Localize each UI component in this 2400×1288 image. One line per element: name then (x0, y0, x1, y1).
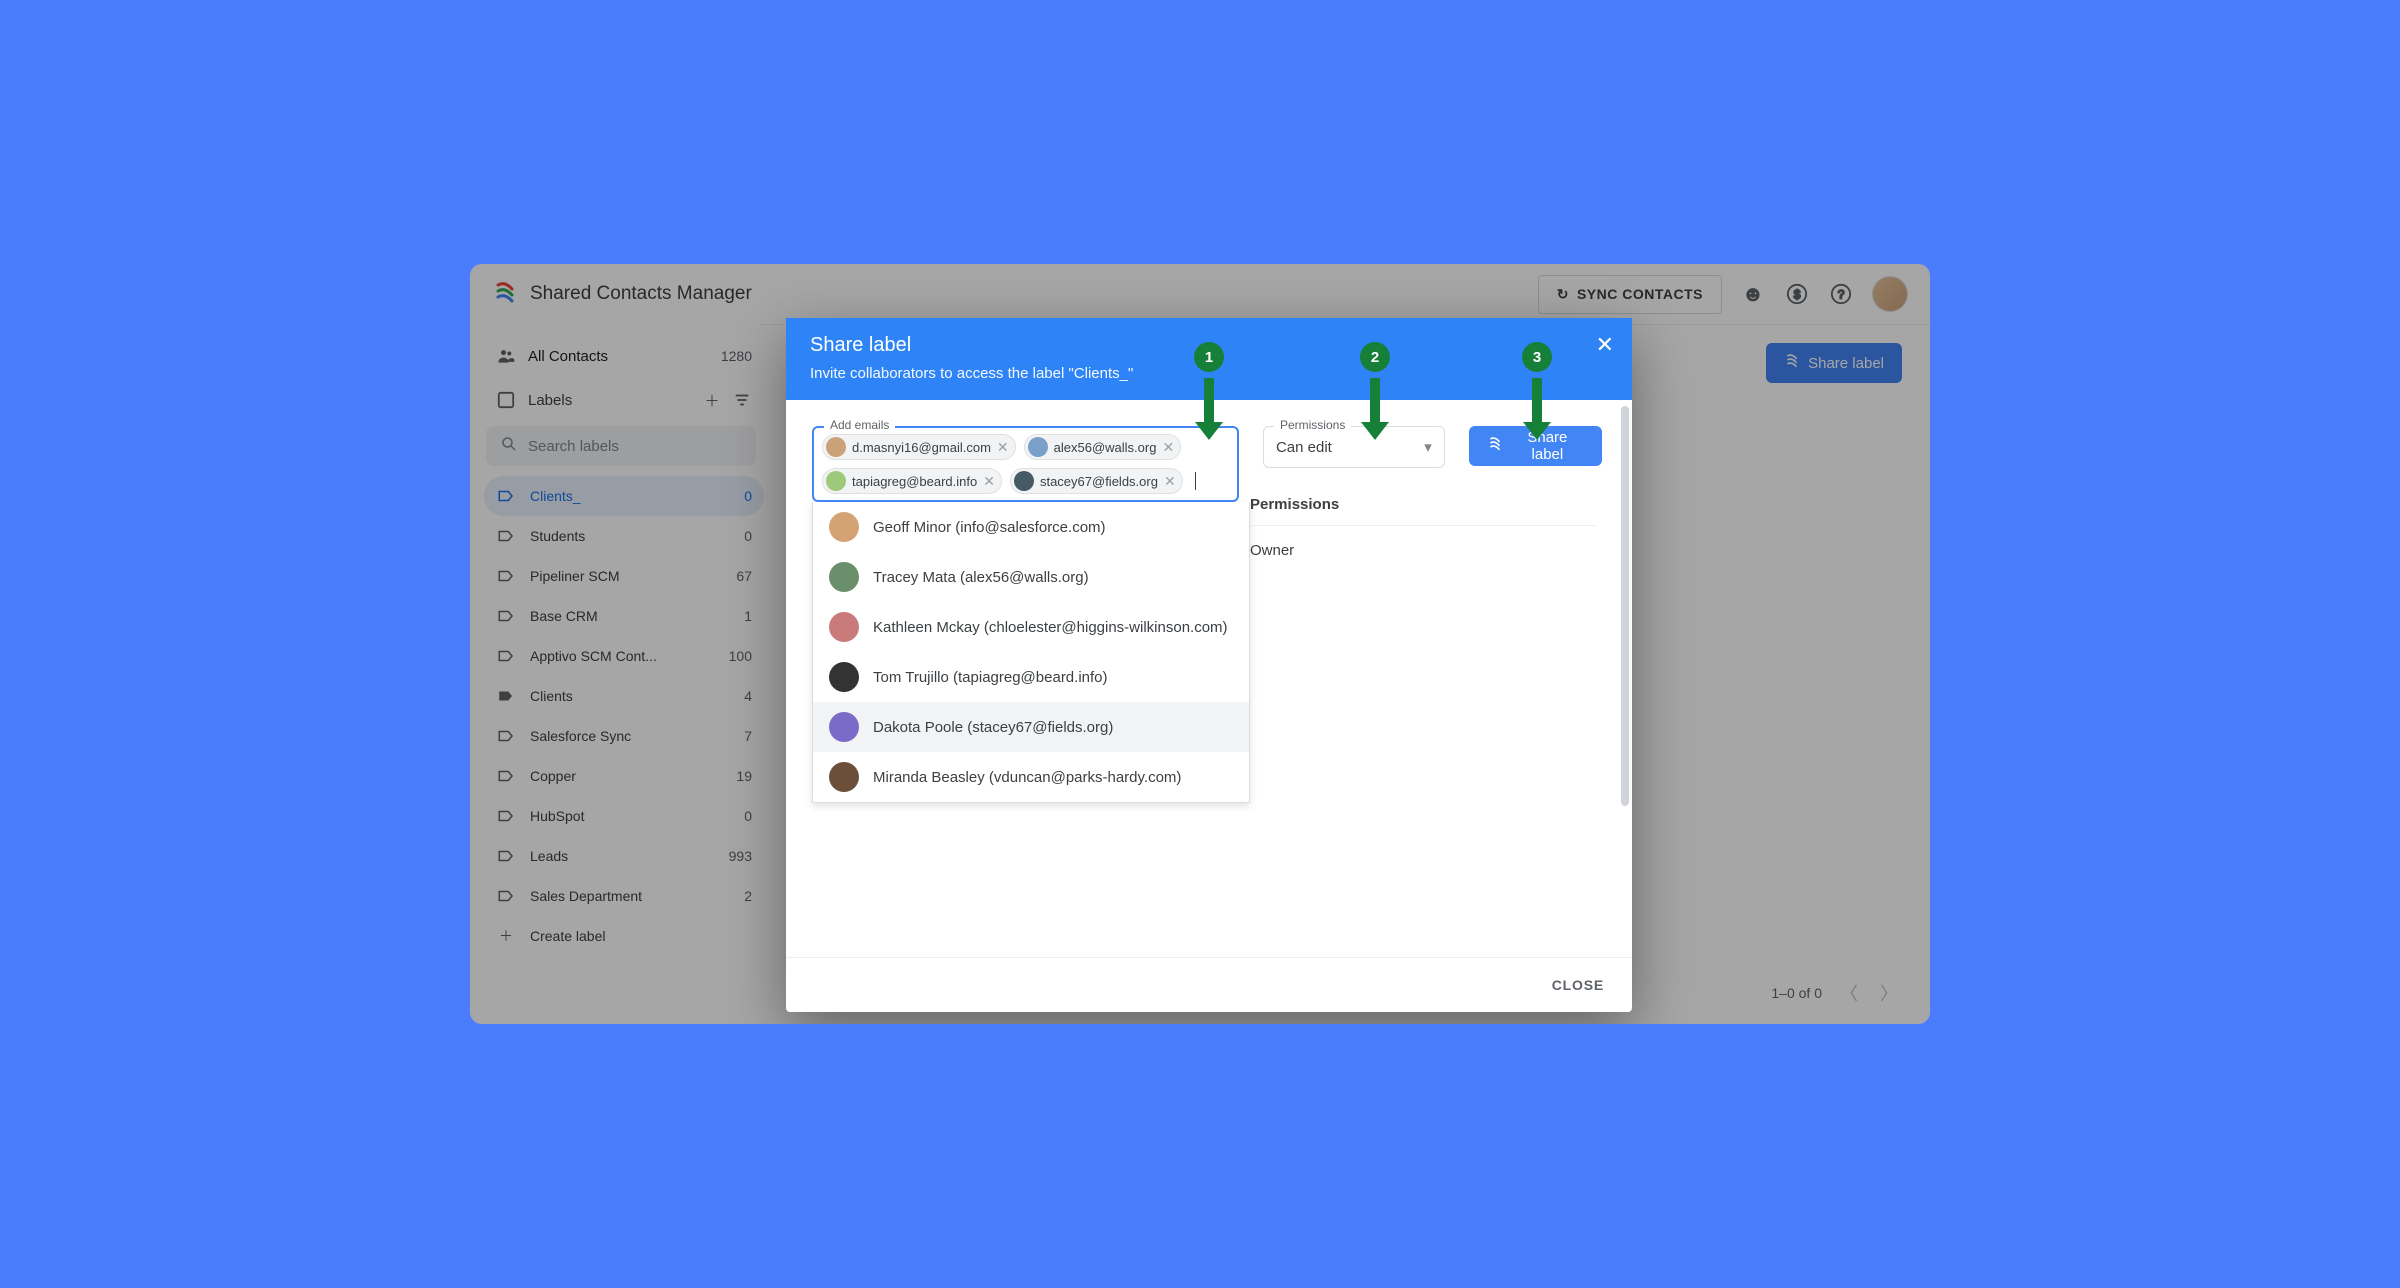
suggestion-avatar (829, 512, 859, 542)
email-chip[interactable]: alex56@walls.org ✕ (1024, 434, 1182, 460)
suggestion-avatar (829, 562, 859, 592)
suggestion-text: Tom Trujillo (tapiagreg@beard.info) (873, 669, 1108, 686)
chip-avatar (826, 437, 846, 457)
permission-role: Owner (1250, 542, 1294, 559)
suggestion-item[interactable]: Tracey Mata (alex56@walls.org) (813, 552, 1249, 602)
suggestion-text: Kathleen Mckay (chloelester@higgins-wilk… (873, 619, 1228, 636)
help-marker-2: 2 (1360, 342, 1390, 440)
help-marker-3: 3 (1522, 342, 1552, 440)
chip-avatar (826, 471, 846, 491)
share-icon (1487, 436, 1503, 456)
suggestion-item[interactable]: Tom Trujillo (tapiagreg@beard.info) (813, 652, 1249, 702)
email-chip[interactable]: stacey67@fields.org ✕ (1010, 468, 1183, 494)
suggestion-text: Dakota Poole (stacey67@fields.org) (873, 719, 1113, 736)
add-emails-input[interactable]: Add emails d.masnyi16@gmail.com✕alex56@w… (812, 426, 1239, 502)
chip-remove-icon[interactable]: ✕ (983, 473, 995, 490)
modal-close-button[interactable]: CLOSE (1546, 976, 1610, 994)
permissions-section-header: Permissions (1250, 496, 1596, 526)
email-suggestions-list: Geoff Minor (info@salesforce.com) Tracey … (812, 502, 1250, 803)
suggestion-item[interactable]: Geoff Minor (info@salesforce.com) (813, 502, 1249, 552)
marker-badge: 3 (1522, 342, 1552, 372)
permission-row-owner: Owner (1250, 526, 1596, 575)
suggestion-text: Tracey Mata (alex56@walls.org) (873, 569, 1089, 586)
marker-badge: 1 (1194, 342, 1224, 372)
permissions-select[interactable]: Permissions Can edit ▾ (1263, 426, 1445, 468)
chip-email: tapiagreg@beard.info (852, 474, 977, 489)
chip-remove-icon[interactable]: ✕ (1164, 473, 1176, 490)
chevron-down-icon: ▾ (1424, 438, 1432, 456)
chip-remove-icon[interactable]: ✕ (1162, 439, 1174, 456)
suggestion-item[interactable]: Miranda Beasley (vduncan@parks-hardy.com… (813, 752, 1249, 802)
suggestion-item[interactable]: SStefanie Fitzpatrick (wterrell@clark.co… (813, 802, 1249, 803)
suggestion-text: Miranda Beasley (vduncan@parks-hardy.com… (873, 769, 1181, 786)
permissions-field-label: Permissions (1274, 418, 1351, 432)
email-chip[interactable]: tapiagreg@beard.info ✕ (822, 468, 1002, 494)
suggestion-avatar (829, 712, 859, 742)
chip-email: alex56@walls.org (1054, 440, 1157, 455)
suggestion-item[interactable]: Kathleen Mckay (chloelester@higgins-wilk… (813, 602, 1249, 652)
chip-email: d.masnyi16@gmail.com (852, 440, 991, 455)
modal-scrollbar[interactable] (1618, 400, 1632, 957)
chip-avatar (1028, 437, 1048, 457)
add-emails-field-label: Add emails (824, 418, 895, 432)
permissions-value: Can edit (1276, 439, 1332, 456)
email-chip[interactable]: d.masnyi16@gmail.com ✕ (822, 434, 1016, 460)
marker-badge: 2 (1360, 342, 1390, 372)
close-icon[interactable]: ✕ (1596, 332, 1614, 358)
text-cursor (1195, 472, 1196, 490)
suggestion-avatar (829, 762, 859, 792)
chip-remove-icon[interactable]: ✕ (997, 439, 1009, 456)
suggestion-avatar (829, 612, 859, 642)
chip-email: stacey67@fields.org (1040, 474, 1158, 489)
chip-avatar (1014, 471, 1034, 491)
suggestion-avatar (829, 662, 859, 692)
app-frame: Shared Contacts Manager ↻ SYNC CONTACTS … (470, 264, 1930, 1024)
suggestion-text: Geoff Minor (info@salesforce.com) (873, 519, 1106, 536)
help-marker-1: 1 (1194, 342, 1224, 440)
suggestion-item[interactable]: Dakota Poole (stacey67@fields.org) (813, 702, 1249, 752)
